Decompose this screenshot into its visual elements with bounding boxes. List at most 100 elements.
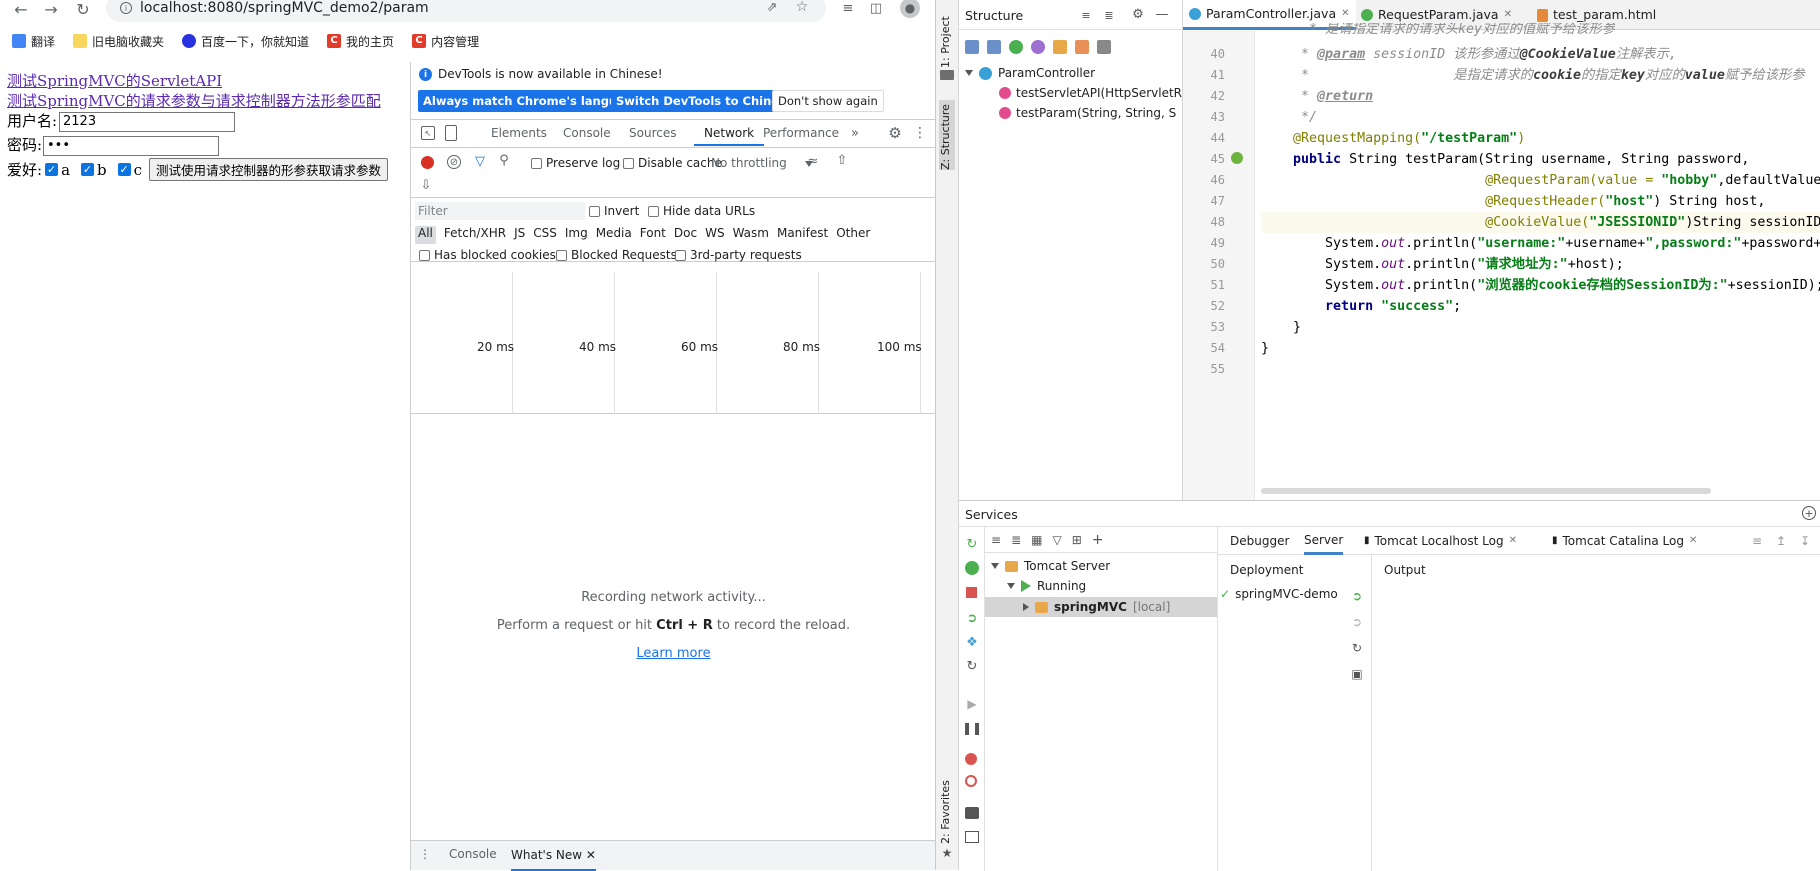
- share-icon[interactable]: ⇗: [764, 0, 780, 15]
- breakpoints-icon[interactable]: [965, 753, 977, 765]
- update-app-icon[interactable]: ❖: [965, 635, 979, 650]
- disable-cache-checkbox[interactable]: Disable cache: [623, 156, 722, 170]
- tab-performance[interactable]: Performance: [763, 120, 839, 146]
- submit-button[interactable]: 测试使用请求控制器的形参获取请求参数: [149, 158, 389, 181]
- filter-type-css[interactable]: CSS: [533, 226, 557, 244]
- invert-box[interactable]: [589, 206, 600, 217]
- tab-debugger[interactable]: Debugger: [1230, 527, 1289, 555]
- filter-icon[interactable]: ▽: [473, 154, 487, 169]
- favorites-side-tab[interactable]: 2: Favorites: [939, 778, 955, 844]
- forward-icon[interactable]: →: [42, 0, 60, 19]
- tree-springmvc[interactable]: springMVC [local]: [985, 597, 1217, 617]
- expand-all-icon[interactable]: ≡: [1079, 8, 1093, 22]
- undeploy-icon[interactable]: ➲: [1350, 615, 1364, 629]
- close-icon[interactable]: ✕: [586, 848, 596, 862]
- scroll-down-icon[interactable]: ↧: [1798, 534, 1812, 548]
- has-blocked-cookies-checkbox[interactable]: Has blocked cookies: [419, 248, 556, 262]
- network-conditions-icon[interactable]: ≈: [805, 154, 821, 169]
- bookmark-baidu[interactable]: 百度一下，你就知道: [182, 33, 309, 50]
- add-service-icon[interactable]: +: [1802, 506, 1816, 520]
- mute-breakpoints-icon[interactable]: [965, 775, 977, 787]
- tab-server[interactable]: Server: [1304, 527, 1344, 555]
- star-icon[interactable]: ☆: [794, 0, 810, 15]
- filter-icon[interactable]: ▽: [1052, 533, 1061, 547]
- more-tabs-icon[interactable]: »: [848, 126, 862, 141]
- username-input[interactable]: 2123: [59, 112, 235, 132]
- properties-icon[interactable]: [1031, 40, 1045, 54]
- filter-type-fetch[interactable]: Fetch/XHR: [444, 226, 506, 244]
- hobby-b-checkbox[interactable]: ✓: [81, 163, 95, 176]
- kebab-menu-icon[interactable]: ⋮: [913, 125, 927, 141]
- fields-icon[interactable]: [1053, 40, 1067, 54]
- camera-icon[interactable]: [965, 807, 979, 819]
- password-input[interactable]: •••: [43, 136, 219, 156]
- chevron-down-icon[interactable]: [991, 563, 999, 569]
- back-icon[interactable]: ←: [12, 0, 30, 19]
- resume-icon[interactable]: ▶: [965, 697, 979, 711]
- drawer-menu-icon[interactable]: ⋮: [419, 847, 431, 861]
- tab-catalina-log[interactable]: ▮ Tomcat Catalina Log ✕: [1552, 527, 1697, 555]
- inspect-element-icon[interactable]: ↖: [421, 126, 435, 140]
- filter-type-other[interactable]: Other: [836, 226, 870, 244]
- group-by-icon[interactable]: ▦: [1031, 533, 1042, 547]
- reading-list-icon[interactable]: ≡: [840, 0, 856, 16]
- third-party-box[interactable]: [675, 250, 686, 261]
- sort-visibility-icon[interactable]: [987, 40, 1001, 54]
- filter-type-wasm[interactable]: Wasm: [733, 226, 769, 244]
- search-icon[interactable]: ⚲: [497, 153, 511, 168]
- inherited-icon[interactable]: [1009, 40, 1023, 54]
- link-request-params[interactable]: 测试SpringMVC的请求参数与请求控制器方法形参匹配: [7, 90, 381, 111]
- bookmark-content[interactable]: C 内容管理: [412, 33, 479, 50]
- project-side-tab[interactable]: 1: Project: [939, 10, 955, 68]
- new-tab-icon[interactable]: ⊞: [1072, 533, 1082, 547]
- collapse-all-icon[interactable]: ≣: [1102, 8, 1116, 22]
- dont-show-again-button[interactable]: Don't show again: [772, 90, 884, 112]
- structure-tree-class[interactable]: ParamController: [965, 64, 1095, 82]
- horizontal-scrollbar[interactable]: [1261, 488, 1711, 494]
- deploy-icon[interactable]: ➲: [965, 611, 979, 626]
- gear-icon[interactable]: ⚙: [1131, 7, 1145, 22]
- side-panel-icon[interactable]: ◫: [868, 0, 884, 16]
- filter-type-js[interactable]: JS: [514, 226, 525, 244]
- filter-type-manifest[interactable]: Manifest: [777, 226, 828, 244]
- tab-console[interactable]: Console: [563, 120, 611, 146]
- filter-type-media[interactable]: Media: [596, 226, 632, 244]
- info-icon[interactable]: i: [120, 2, 132, 14]
- tree-running[interactable]: Running: [1007, 577, 1086, 595]
- anonymous-icon[interactable]: [1097, 40, 1111, 54]
- link-servlet-api[interactable]: 测试SpringMVC的ServletAPI: [7, 70, 222, 91]
- device-toolbar-icon[interactable]: [445, 125, 457, 141]
- switch-to-chinese-button[interactable]: Switch DevTools to Chinese: [611, 90, 799, 112]
- tree-tomcat-server[interactable]: Tomcat Server: [991, 557, 1110, 575]
- tab-network[interactable]: Network: [694, 120, 765, 146]
- settings-gear-icon[interactable]: ⚙: [887, 124, 903, 142]
- bookmark-folder-old[interactable]: 旧电脑收藏夹: [73, 33, 164, 50]
- record-icon[interactable]: [421, 156, 434, 169]
- filter-type-img[interactable]: Img: [565, 226, 588, 244]
- structure-side-tab[interactable]: Z: Structure: [939, 100, 955, 170]
- chevron-right-icon[interactable]: [1023, 603, 1029, 611]
- filter-input[interactable]: Filter: [415, 202, 585, 220]
- bookmark-homepage[interactable]: C 我的主页: [327, 33, 394, 50]
- disable-cache-box[interactable]: [623, 158, 634, 169]
- stop-icon[interactable]: [966, 587, 977, 598]
- non-public-icon[interactable]: [1075, 40, 1089, 54]
- collapse-all-icon[interactable]: ≣: [1011, 533, 1021, 547]
- chevron-down-icon[interactable]: [965, 70, 973, 76]
- pause-icon[interactable]: ❚❚: [962, 721, 982, 735]
- add-icon[interactable]: +: [1092, 532, 1104, 548]
- refresh-icon[interactable]: ↻: [965, 659, 979, 674]
- debug-bug-icon[interactable]: [965, 561, 979, 575]
- artifact-icon[interactable]: ▣: [1350, 667, 1364, 681]
- preserve-log-checkbox[interactable]: Preserve log: [531, 156, 620, 170]
- blocked-requests-checkbox[interactable]: Blocked Requests: [556, 248, 677, 262]
- export-har-icon[interactable]: ⇩: [419, 178, 433, 193]
- menu-icon[interactable]: ≡: [1750, 534, 1764, 548]
- profile-avatar-icon[interactable]: ●: [900, 0, 920, 18]
- deploy-all-icon[interactable]: ➲: [1350, 589, 1364, 603]
- hide-data-urls-checkbox[interactable]: Hide data URLs: [648, 204, 755, 218]
- expand-all-icon[interactable]: ≡: [991, 533, 1001, 547]
- throttling-select[interactable]: No throttling: [711, 156, 813, 170]
- structure-method-2[interactable]: testParam(String, String, S: [999, 104, 1183, 122]
- redeploy-icon[interactable]: ↻: [1350, 641, 1364, 655]
